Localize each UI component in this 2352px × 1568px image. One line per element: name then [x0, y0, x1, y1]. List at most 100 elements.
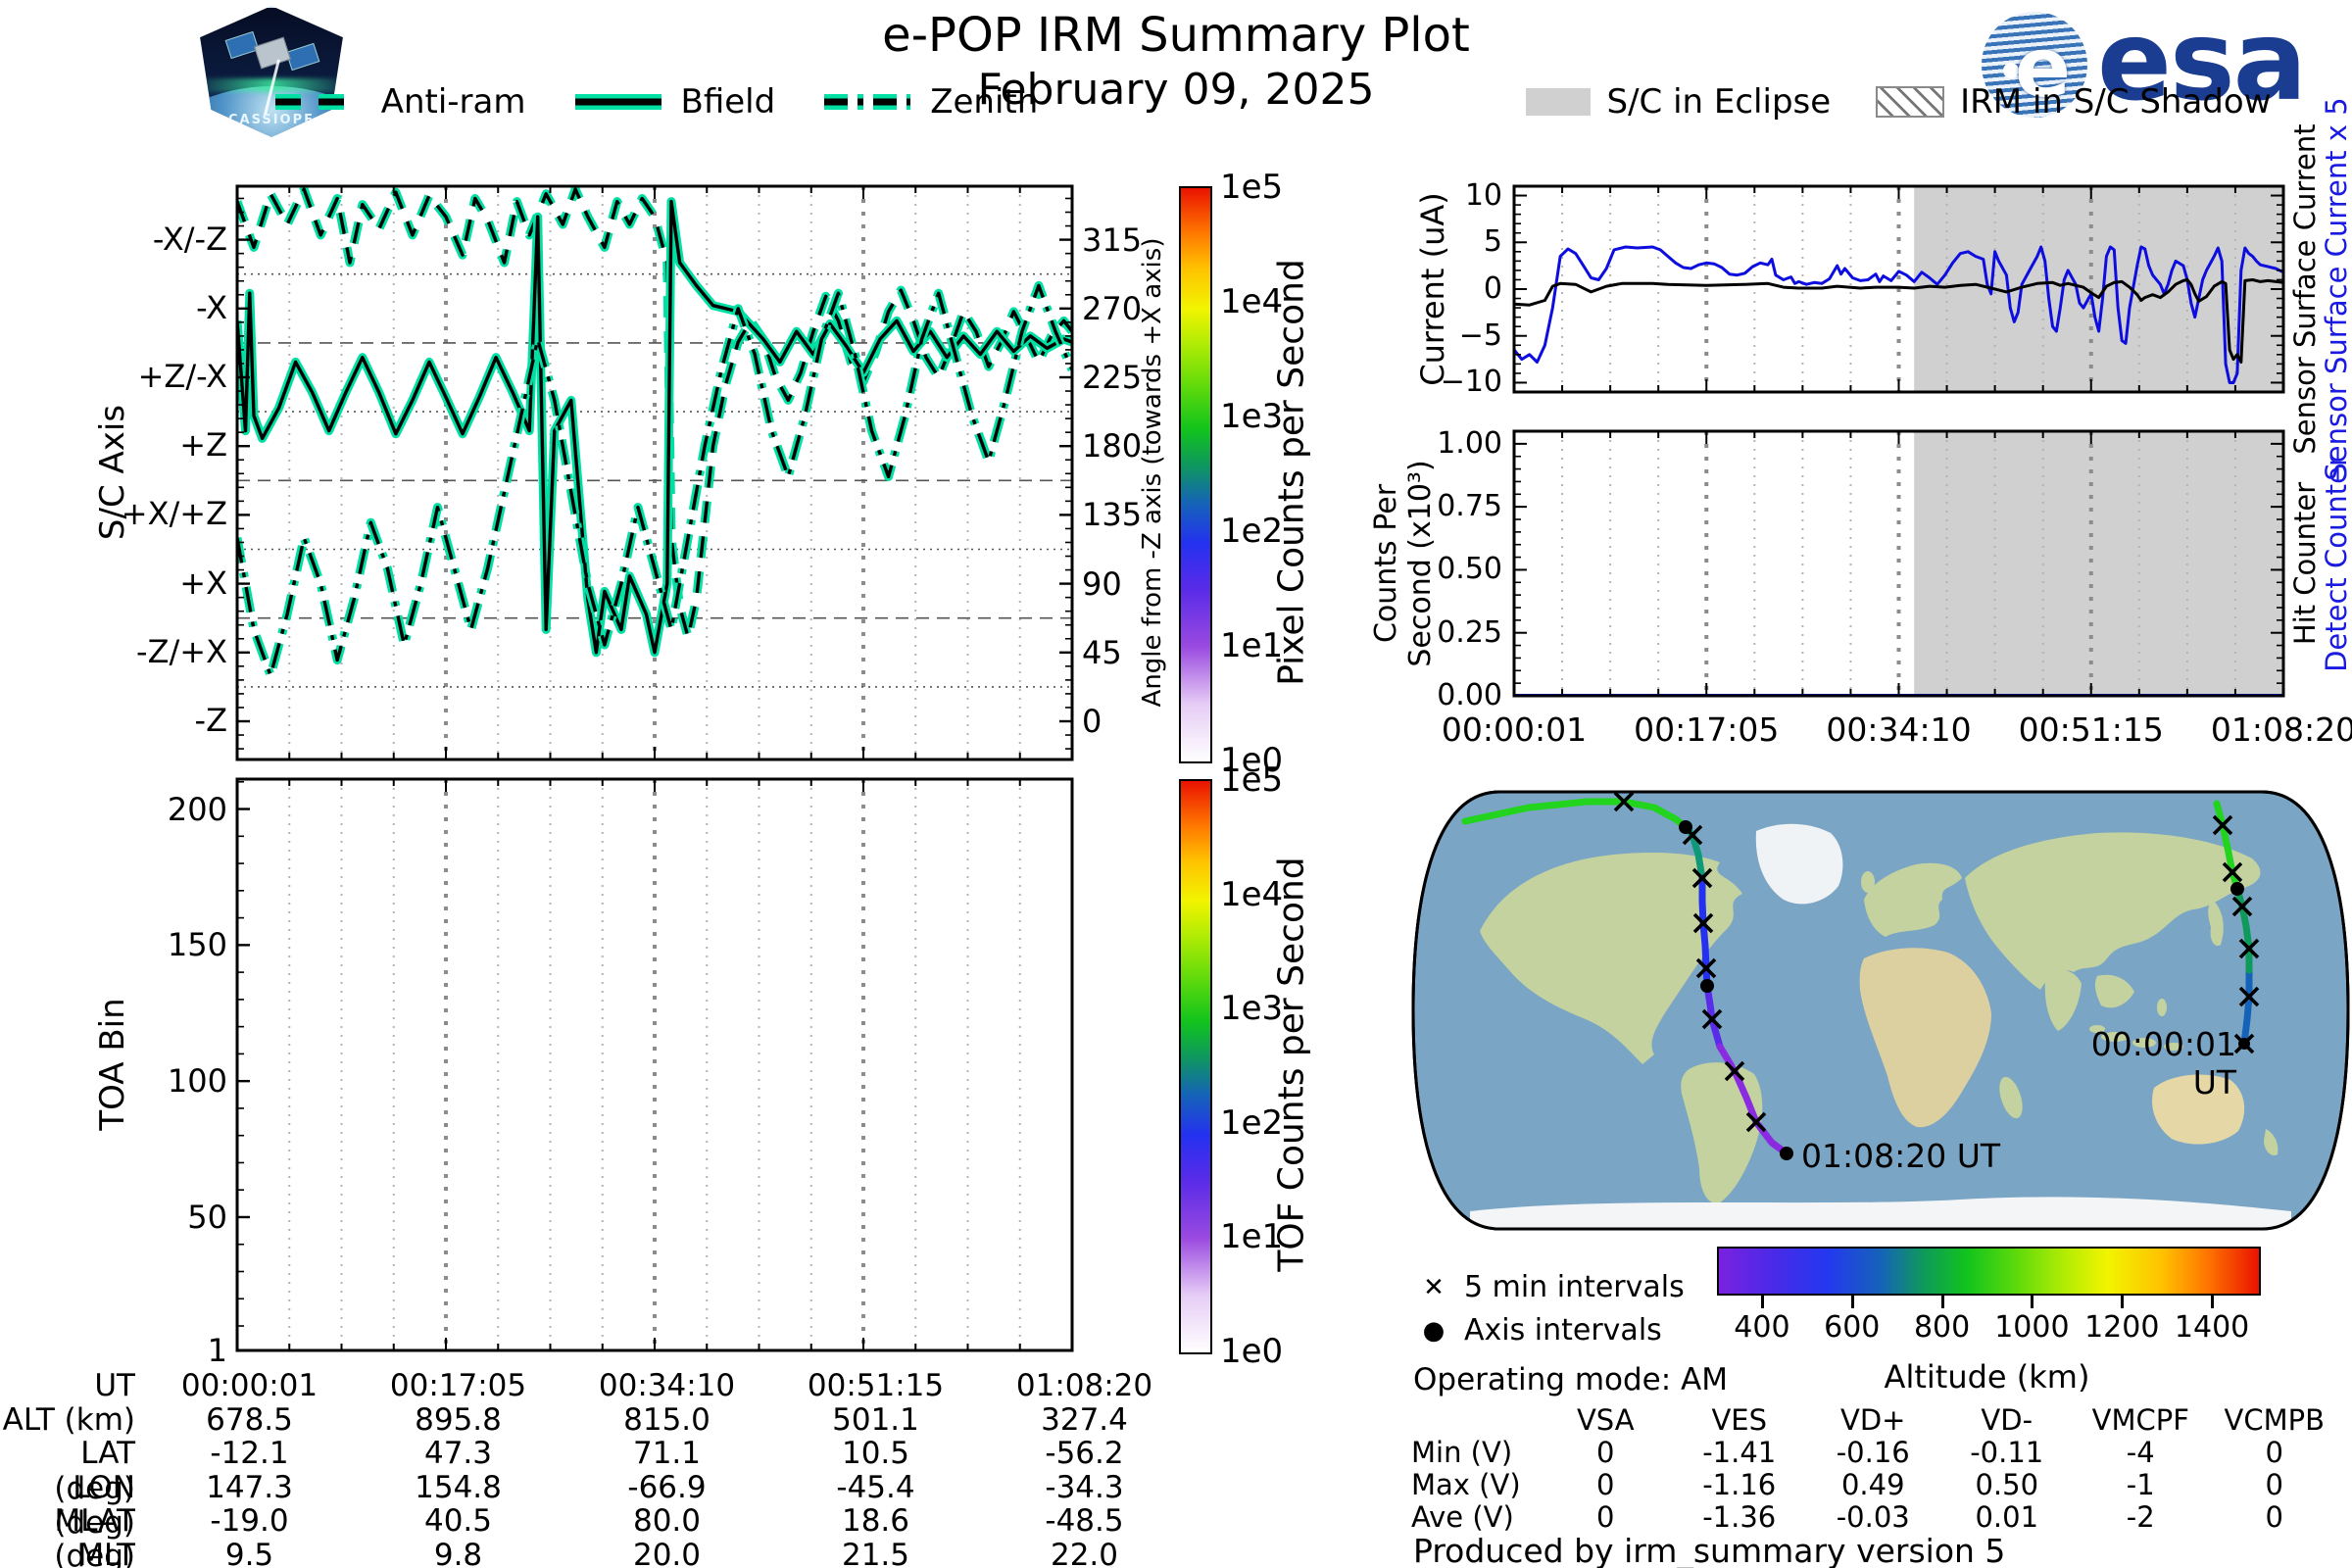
track-start-time-label: 00:00:01 UT — [2058, 1025, 2236, 1102]
current-tick-label: −5 — [1380, 321, 1502, 351]
current-tick-label: −10 — [1380, 368, 1502, 397]
dot-marker-icon: ● — [1421, 1316, 1446, 1346]
sc-axis-tick-label: -Z — [0, 705, 227, 736]
ephemeris-value: 154.8 — [354, 1470, 563, 1504]
angle-tick-label: 135 — [1082, 499, 1170, 530]
legend-item-shadow: IRM in S/C Shadow — [1876, 82, 2271, 122]
shadow-hatch-swatch-icon — [1876, 86, 1944, 118]
voltage-value: -0.03 — [1806, 1500, 1940, 1533]
voltage-table: VSAVESVD+VD-VMCPFVCMPBMin (V)0-1.41-0.16… — [1411, 1403, 2342, 1533]
voltage-value: 0 — [1539, 1500, 1673, 1533]
toa-tick-label: 150 — [0, 929, 227, 960]
current-tick-label: 5 — [1380, 227, 1502, 257]
colorbar-tick-label: 1e5 — [1220, 763, 1318, 797]
sc-axis-legend: Anti-ram Bfield Zenith — [237, 82, 1072, 122]
ephemeris-row-label: UT — [0, 1368, 145, 1402]
voltage-corner-cell — [1411, 1403, 1539, 1436]
voltage-value: -1.16 — [1673, 1468, 1807, 1500]
colorbar-tick-label: 1e3 — [1220, 400, 1318, 433]
ephemeris-row-label: LON (deg) — [0, 1470, 145, 1504]
ephemeris-value: 00:00:01 — [145, 1368, 354, 1402]
antiram-dashed-line-icon — [271, 90, 366, 114]
sc-axis-tick-label: +X/+Z — [0, 498, 227, 529]
ephemeris-row-label: ALT (km) — [0, 1402, 145, 1437]
time-tick-label: 00:00:01 — [1411, 713, 1617, 746]
altitude-tick-mark — [1941, 1296, 1944, 1308]
voltage-column-header: VES — [1673, 1403, 1807, 1436]
altitude-colorbar-label: Altitude (km) — [1717, 1358, 2257, 1396]
legend-label-shadow: IRM in S/C Shadow — [1960, 82, 2271, 122]
colorbar-tick-label: 1e0 — [1220, 1335, 1318, 1368]
track-end-time-label: 01:08:20 UT — [1801, 1137, 2000, 1175]
hit-counter-label: Hit Counter — [2288, 482, 2322, 645]
sensor-surface-current-x5-label: Sensor Surface Current x 5 — [2320, 97, 2352, 480]
ephemeris-value: -19.0 — [145, 1503, 354, 1538]
ephemeris-value: 147.3 — [145, 1470, 354, 1504]
legend-item-bfield: Bfield — [571, 82, 776, 122]
current-plot — [1514, 186, 2283, 392]
angle-tick-label: 90 — [1082, 568, 1170, 600]
ephemeris-value: 21.5 — [771, 1538, 980, 1568]
current-tick-label: 10 — [1380, 181, 1502, 211]
colorbar-tick-label: 1e5 — [1220, 171, 1318, 204]
pixel-counts-colorbar — [1179, 186, 1212, 763]
angle-tick-label: 270 — [1082, 293, 1170, 324]
legend-item-antiram: Anti-ram — [271, 82, 526, 122]
operating-mode-text: Operating mode: AM — [1413, 1362, 1728, 1397]
ephemeris-value: 00:51:15 — [771, 1368, 980, 1402]
voltage-column-header: VCMPB — [2208, 1403, 2342, 1436]
ephemeris-value: -66.9 — [563, 1470, 771, 1504]
toa-tick-label: 50 — [0, 1201, 227, 1233]
counts-tick-label: 0.75 — [1380, 492, 1502, 521]
voltage-row-label: Min (V) — [1411, 1436, 1539, 1468]
voltage-column-header: VMCPF — [2074, 1403, 2208, 1436]
colorbar-tick-label: 1e3 — [1220, 992, 1318, 1025]
angle-tick-label: 315 — [1082, 224, 1170, 256]
angle-tick-label: 180 — [1082, 430, 1170, 462]
counts-tick-label: 1.00 — [1380, 429, 1502, 459]
time-tick-label: 00:17:05 — [1603, 713, 1809, 746]
sc-axis-tick-label: -X/-Z — [0, 223, 227, 255]
angle-tick-label: 225 — [1082, 362, 1170, 393]
ephemeris-value: -56.2 — [980, 1436, 1189, 1470]
voltage-row-label: Max (V) — [1411, 1468, 1539, 1500]
legend-item-eclipse: S/C in Eclipse — [1526, 82, 1831, 122]
sc-axis-tick-label: +Z/-X — [0, 361, 227, 392]
ephemeris-row-label: LAT (deg) — [0, 1436, 145, 1470]
voltage-row-label: Ave (V) — [1411, 1500, 1539, 1533]
ephemeris-value: 678.5 — [145, 1402, 354, 1437]
detect-counter-label: Detect Counter — [2320, 455, 2352, 672]
voltage-column-header: VD- — [1940, 1403, 2075, 1436]
voltage-value: 0 — [1539, 1436, 1673, 1468]
colorbar-tick-label: 1e2 — [1220, 1106, 1318, 1140]
ephemeris-value: -45.4 — [771, 1470, 980, 1504]
sc-axis-plot — [237, 186, 1072, 760]
sc-axis-tick-label: -X — [0, 292, 227, 323]
colorbar-tick-label: 1e1 — [1220, 629, 1318, 662]
ephemeris-value: 327.4 — [980, 1402, 1189, 1437]
voltage-value: -2 — [2074, 1500, 2208, 1533]
voltage-value: -1.36 — [1673, 1500, 1807, 1533]
tof-counts-colorbar-label: TOF Counts per Second — [1272, 857, 1312, 1271]
colorbar-tick-label: 1e2 — [1220, 514, 1318, 548]
ephemeris-value: 815.0 — [563, 1402, 771, 1437]
colorbar-tick-label: 1e4 — [1220, 878, 1318, 911]
voltage-value: -0.11 — [1940, 1436, 2075, 1468]
ephemeris-value: 895.8 — [354, 1402, 563, 1437]
ephemeris-value: 01:08:20 — [980, 1368, 1189, 1402]
produced-by-text: Produced by irm_summary version 5 — [1413, 1532, 2005, 1568]
sc-axis-tick-label: -Z/+X — [0, 636, 227, 667]
marker-legend-axis: ● Axis intervals — [1421, 1313, 1662, 1348]
toa-bin-plot — [237, 779, 1072, 1350]
bfield-solid-line-icon — [571, 90, 665, 114]
sensor-surface-current-label: Sensor Surface Current — [2288, 123, 2322, 454]
altitude-tick-mark — [2211, 1296, 2214, 1308]
counts-tick-label: 0.50 — [1380, 555, 1502, 584]
counts-plot — [1514, 431, 2283, 696]
voltage-value: 0.49 — [1806, 1468, 1940, 1500]
ephemeris-value: 9.5 — [145, 1538, 354, 1568]
counts-tick-label: 0.00 — [1380, 681, 1502, 710]
epop-irm-summary-page: CASSIOPE e-POP IRM Summary Plot February… — [0, 0, 2352, 1568]
time-tick-label: 00:51:15 — [1988, 713, 2194, 746]
eclipse-legend: S/C in Eclipse IRM in S/C Shadow — [1514, 82, 2283, 122]
